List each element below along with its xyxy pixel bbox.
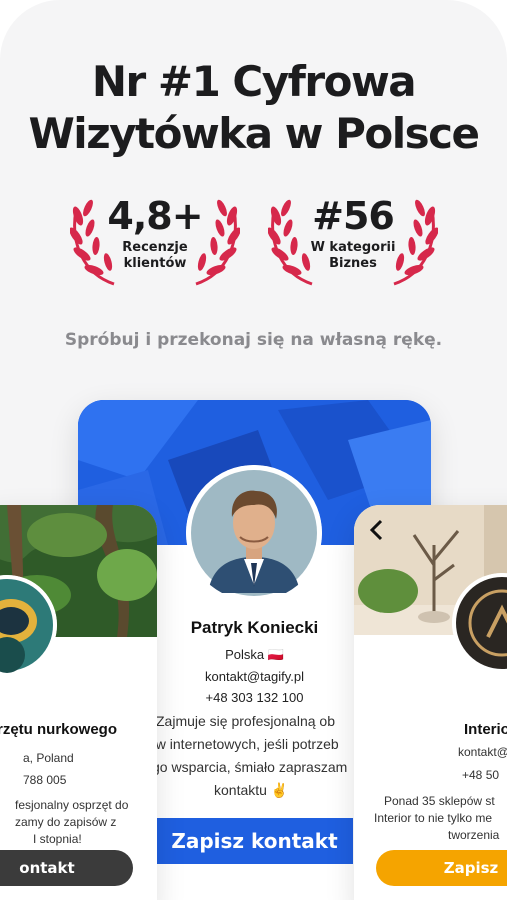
hero-sheet: Nr #1 Cyfrowa Wizytówka w Polsce 4,8+ Re… xyxy=(0,0,507,900)
avatar xyxy=(186,465,322,601)
profile-description-line-4: kontaktu ✌️ xyxy=(214,782,289,798)
award-rank-caption: W kategorii Biznes xyxy=(308,240,398,272)
headline: Nr #1 Cyfrowa Wizytówka w Polsce xyxy=(0,56,507,160)
chevron-left-icon[interactable] xyxy=(368,519,386,547)
profile-description-line-3: I stopnia! xyxy=(33,832,82,846)
save-contact-button[interactable]: Zapisz kontakt xyxy=(156,818,353,864)
tagline: Spróbuj i przekonaj się na własną rękę. xyxy=(64,330,443,350)
profile-location: a, Poland xyxy=(23,751,74,765)
award-rating-caption: Recenzje klientów xyxy=(110,240,200,272)
profile-email[interactable]: kontakt@ xyxy=(458,745,507,759)
profile-description: Ponad 35 sklepów st Interior to nie tylk… xyxy=(374,793,499,844)
profile-description: fesjonalny osprzęt do zamy do zapisów z … xyxy=(15,797,128,848)
left-profile-card[interactable]: rzętu nurkowego a, Poland 788 005 fesjon… xyxy=(0,505,157,900)
profile-description-line-3: go wsparcia, śmiało zapraszam xyxy=(152,759,348,775)
profile-name: rzętu nurkowego xyxy=(0,721,118,738)
award-rank: #56 W kategorii Biznes xyxy=(268,188,438,288)
profile-description-line-1: Ponad 35 sklepów st xyxy=(384,794,495,808)
profile-description-line-1: Zajmuje się profesjonalną ob xyxy=(156,713,335,729)
profile-description-line-2: Interior to nie tylko me xyxy=(374,811,493,825)
award-rating-caption-line-2: klientów xyxy=(123,256,187,271)
award-rank-caption-line-2: Biznes xyxy=(329,256,377,271)
award-rating-value: 4,8+ xyxy=(107,194,203,238)
award-rating-caption-line-1: Recenzje xyxy=(122,240,188,255)
award-rank-value: #56 xyxy=(312,194,395,238)
right-profile-card[interactable]: Interio kontakt@ +48 50 Ponad 35 sklepów… xyxy=(354,505,507,900)
profile-description-line-2: zamy do zapisów z xyxy=(15,815,117,829)
save-contact-button[interactable]: ontakt xyxy=(0,850,133,886)
profile-description-line-3: tworzenia xyxy=(448,828,500,842)
headline-line-1: Nr #1 Cyfrowa xyxy=(91,57,417,106)
profile-description-line-2: ow internetowych, jeśli potrzeb xyxy=(148,736,339,752)
headline-line-2: Wizytówka w Polsce xyxy=(28,109,480,158)
award-rank-caption-line-1: W kategorii xyxy=(310,240,396,255)
profile-name: Interio xyxy=(464,721,507,738)
award-rating: 4,8+ Recenzje klientów xyxy=(70,188,240,288)
save-contact-button[interactable]: Zapisz xyxy=(376,850,507,886)
profile-phone[interactable]: 788 005 xyxy=(23,773,66,787)
profile-phone[interactable]: +48 50 xyxy=(462,768,499,782)
profile-description-line-1: fesjonalny osprzęt do xyxy=(15,798,129,812)
